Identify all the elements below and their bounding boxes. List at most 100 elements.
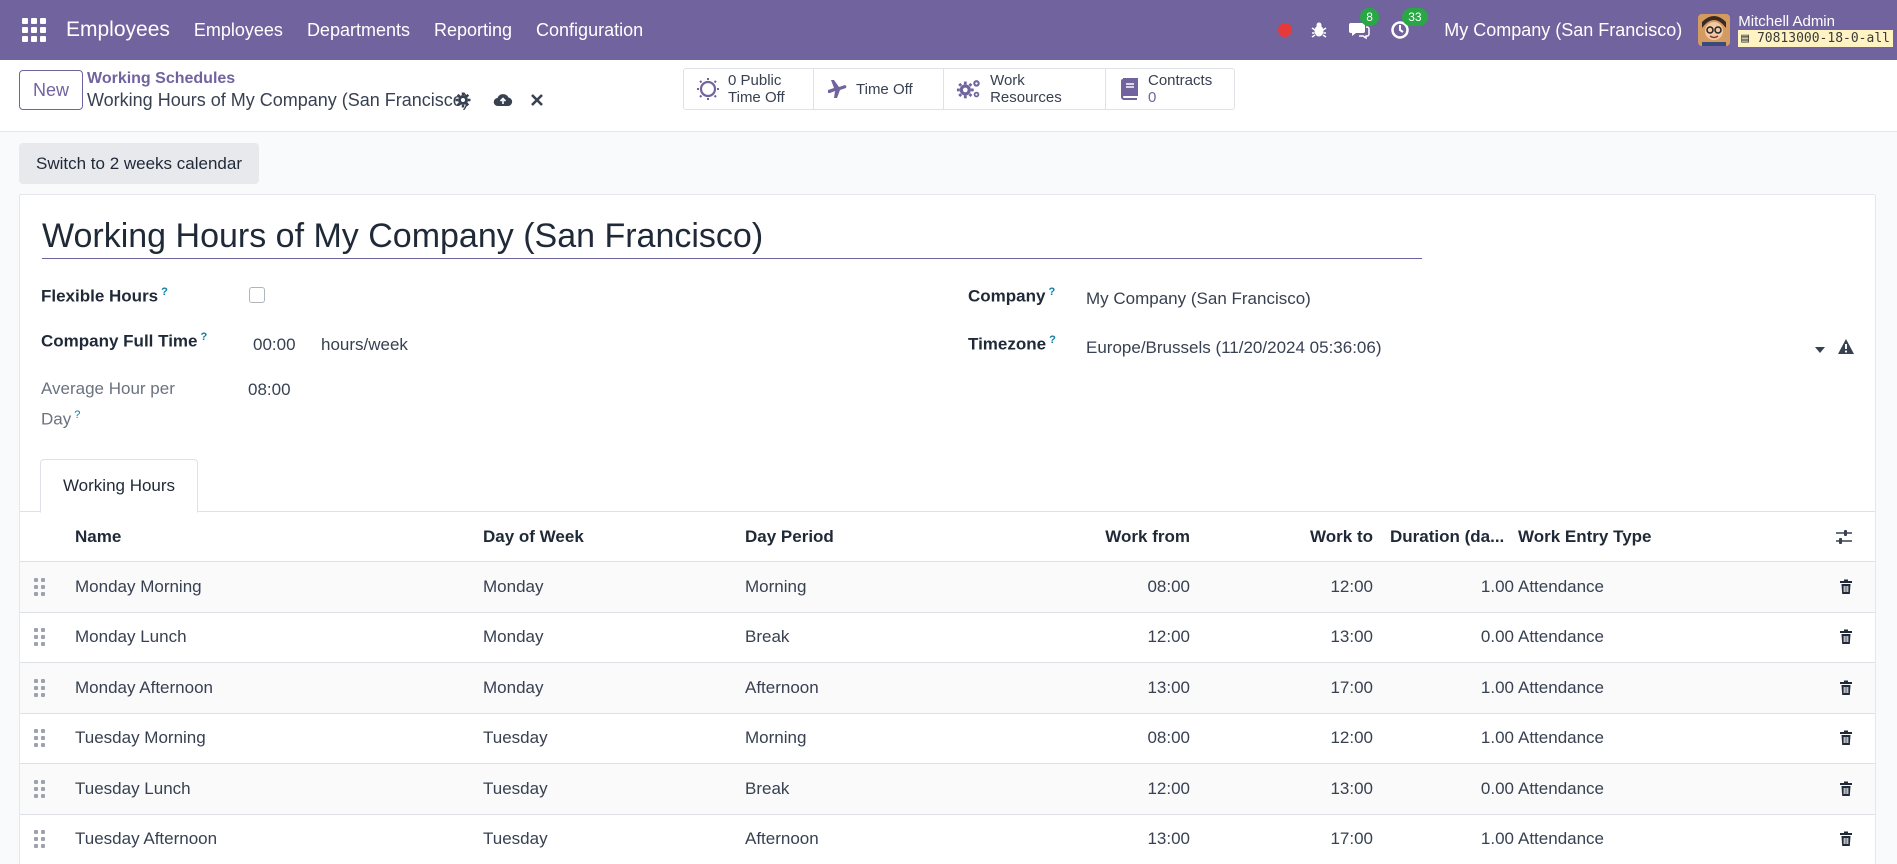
- public-time-off-button[interactable]: 0 Public Time Off: [684, 69, 814, 109]
- row-work-to[interactable]: 13:00: [1330, 613, 1373, 663]
- new-button[interactable]: New: [19, 70, 83, 110]
- trash-icon[interactable]: [1839, 562, 1853, 612]
- row-work-to[interactable]: 17:00: [1330, 663, 1373, 713]
- row-day[interactable]: Monday: [483, 562, 543, 612]
- menu-employees[interactable]: Employees: [194, 20, 283, 41]
- app-name[interactable]: Employees: [66, 18, 170, 42]
- row-work-entry-type[interactable]: Attendance: [1518, 815, 1604, 864]
- company-field[interactable]: My Company (San Francisco): [1086, 289, 1311, 309]
- row-name[interactable]: Tuesday Afternoon: [75, 815, 217, 864]
- company-switcher[interactable]: My Company (San Francisco): [1444, 20, 1682, 41]
- help-icon[interactable]: ?: [1048, 286, 1055, 298]
- breadcrumb[interactable]: Working Schedules: [87, 70, 235, 88]
- row-work-entry-type[interactable]: Attendance: [1518, 562, 1604, 612]
- schedule-name-input[interactable]: Working Hours of My Company (San Francis…: [42, 217, 1422, 259]
- col-work-entry-type-header[interactable]: Work Entry Type: [1518, 512, 1652, 561]
- row-name[interactable]: Tuesday Lunch: [75, 764, 191, 814]
- help-icon[interactable]: ?: [1049, 334, 1056, 346]
- row-day[interactable]: Monday: [483, 663, 543, 713]
- col-work-from-header[interactable]: Work from: [1105, 512, 1190, 561]
- row-work-from[interactable]: 12:00: [1147, 613, 1190, 663]
- row-duration[interactable]: 0.00: [1390, 613, 1514, 663]
- col-period-header[interactable]: Day Period: [745, 512, 834, 561]
- gear-icon[interactable]: [455, 92, 471, 113]
- row-work-from[interactable]: 12:00: [1147, 764, 1190, 814]
- row-work-to[interactable]: 17:00: [1330, 815, 1373, 864]
- trash-icon[interactable]: [1839, 714, 1853, 764]
- row-period[interactable]: Afternoon: [745, 663, 819, 713]
- column-settings-icon[interactable]: [1835, 512, 1853, 561]
- table-row[interactable]: Monday Morning Monday Morning 08:00 12:0…: [20, 562, 1875, 613]
- trash-icon[interactable]: [1839, 613, 1853, 663]
- save-cloud-icon[interactable]: [493, 92, 513, 113]
- debug-icon[interactable]: [1310, 21, 1328, 39]
- time-off-button[interactable]: Time Off: [814, 69, 944, 109]
- contracts-button[interactable]: Contracts 0: [1106, 69, 1234, 109]
- row-duration[interactable]: 0.00: [1390, 764, 1514, 814]
- col-duration-header[interactable]: Duration (da...: [1390, 512, 1514, 561]
- row-period[interactable]: Morning: [745, 714, 806, 764]
- col-work-to-header[interactable]: Work to: [1310, 512, 1373, 561]
- row-work-entry-type[interactable]: Attendance: [1518, 714, 1604, 764]
- menu-reporting[interactable]: Reporting: [434, 20, 512, 41]
- row-work-entry-type[interactable]: Attendance: [1518, 613, 1604, 663]
- discard-icon[interactable]: [530, 92, 544, 112]
- row-work-from[interactable]: 08:00: [1147, 562, 1190, 612]
- drag-handle-icon[interactable]: [34, 613, 48, 663]
- activities-icon[interactable]: 33: [1390, 8, 1428, 40]
- table-row[interactable]: Tuesday Morning Tuesday Morning 08:00 12…: [20, 714, 1875, 764]
- row-work-to[interactable]: 12:00: [1330, 562, 1373, 612]
- row-day[interactable]: Tuesday: [483, 764, 548, 814]
- table-row[interactable]: Monday Lunch Monday Break 12:00 13:00 0.…: [20, 613, 1875, 663]
- row-duration[interactable]: 1.00: [1390, 714, 1514, 764]
- trash-icon[interactable]: [1839, 815, 1853, 864]
- drag-handle-icon[interactable]: [34, 714, 48, 764]
- row-day[interactable]: Monday: [483, 613, 543, 663]
- table-row[interactable]: Tuesday Afternoon Tuesday Afternoon 13:0…: [20, 815, 1875, 864]
- row-name[interactable]: Monday Afternoon: [75, 663, 213, 713]
- row-period[interactable]: Break: [745, 613, 789, 663]
- table-row[interactable]: Tuesday Lunch Tuesday Break 12:00 13:00 …: [20, 764, 1875, 815]
- work-resources-button[interactable]: Work Resources: [944, 69, 1106, 109]
- drag-handle-icon[interactable]: [34, 562, 48, 612]
- col-day-header[interactable]: Day of Week: [483, 512, 584, 561]
- row-name[interactable]: Monday Morning: [75, 562, 202, 612]
- drag-handle-icon[interactable]: [34, 764, 48, 814]
- help-icon[interactable]: ?: [74, 409, 80, 421]
- row-period[interactable]: Afternoon: [745, 815, 819, 864]
- row-work-entry-type[interactable]: Attendance: [1518, 663, 1604, 713]
- row-duration[interactable]: 1.00: [1390, 663, 1514, 713]
- row-period[interactable]: Morning: [745, 562, 806, 612]
- row-work-to[interactable]: 12:00: [1330, 714, 1373, 764]
- row-day[interactable]: Tuesday: [483, 714, 548, 764]
- company-full-time-input[interactable]: 00:00: [253, 335, 296, 355]
- menu-departments[interactable]: Departments: [307, 20, 410, 41]
- chevron-down-icon[interactable]: [1815, 347, 1825, 353]
- row-work-entry-type[interactable]: Attendance: [1518, 764, 1604, 814]
- row-period[interactable]: Break: [745, 764, 789, 814]
- col-name-header[interactable]: Name: [75, 512, 121, 561]
- trash-icon[interactable]: [1839, 764, 1853, 814]
- tab-working-hours[interactable]: Working Hours: [40, 459, 198, 513]
- row-name[interactable]: Tuesday Morning: [75, 714, 206, 764]
- row-work-from[interactable]: 13:00: [1147, 815, 1190, 864]
- drag-handle-icon[interactable]: [34, 815, 48, 864]
- row-work-to[interactable]: 13:00: [1330, 764, 1373, 814]
- row-work-from[interactable]: 13:00: [1147, 663, 1190, 713]
- menu-configuration[interactable]: Configuration: [536, 20, 643, 41]
- messages-icon[interactable]: 8: [1348, 8, 1379, 40]
- row-day[interactable]: Tuesday: [483, 815, 548, 864]
- row-duration[interactable]: 1.00: [1390, 815, 1514, 864]
- timezone-select[interactable]: Europe/Brussels (11/20/2024 05:36:06): [1086, 338, 1382, 358]
- row-work-from[interactable]: 08:00: [1147, 714, 1190, 764]
- trash-icon[interactable]: [1839, 663, 1853, 713]
- flexible-hours-checkbox[interactable]: [249, 287, 265, 303]
- app-grid-icon[interactable]: [20, 16, 48, 44]
- row-duration[interactable]: 1.00: [1390, 562, 1514, 612]
- help-icon[interactable]: ?: [161, 286, 168, 298]
- help-icon[interactable]: ?: [201, 331, 208, 343]
- table-row[interactable]: Monday Afternoon Monday Afternoon 13:00 …: [20, 663, 1875, 714]
- switch-two-weeks-button[interactable]: Switch to 2 weeks calendar: [19, 143, 259, 184]
- row-name[interactable]: Monday Lunch: [75, 613, 187, 663]
- recording-icon[interactable]: [1278, 23, 1293, 37]
